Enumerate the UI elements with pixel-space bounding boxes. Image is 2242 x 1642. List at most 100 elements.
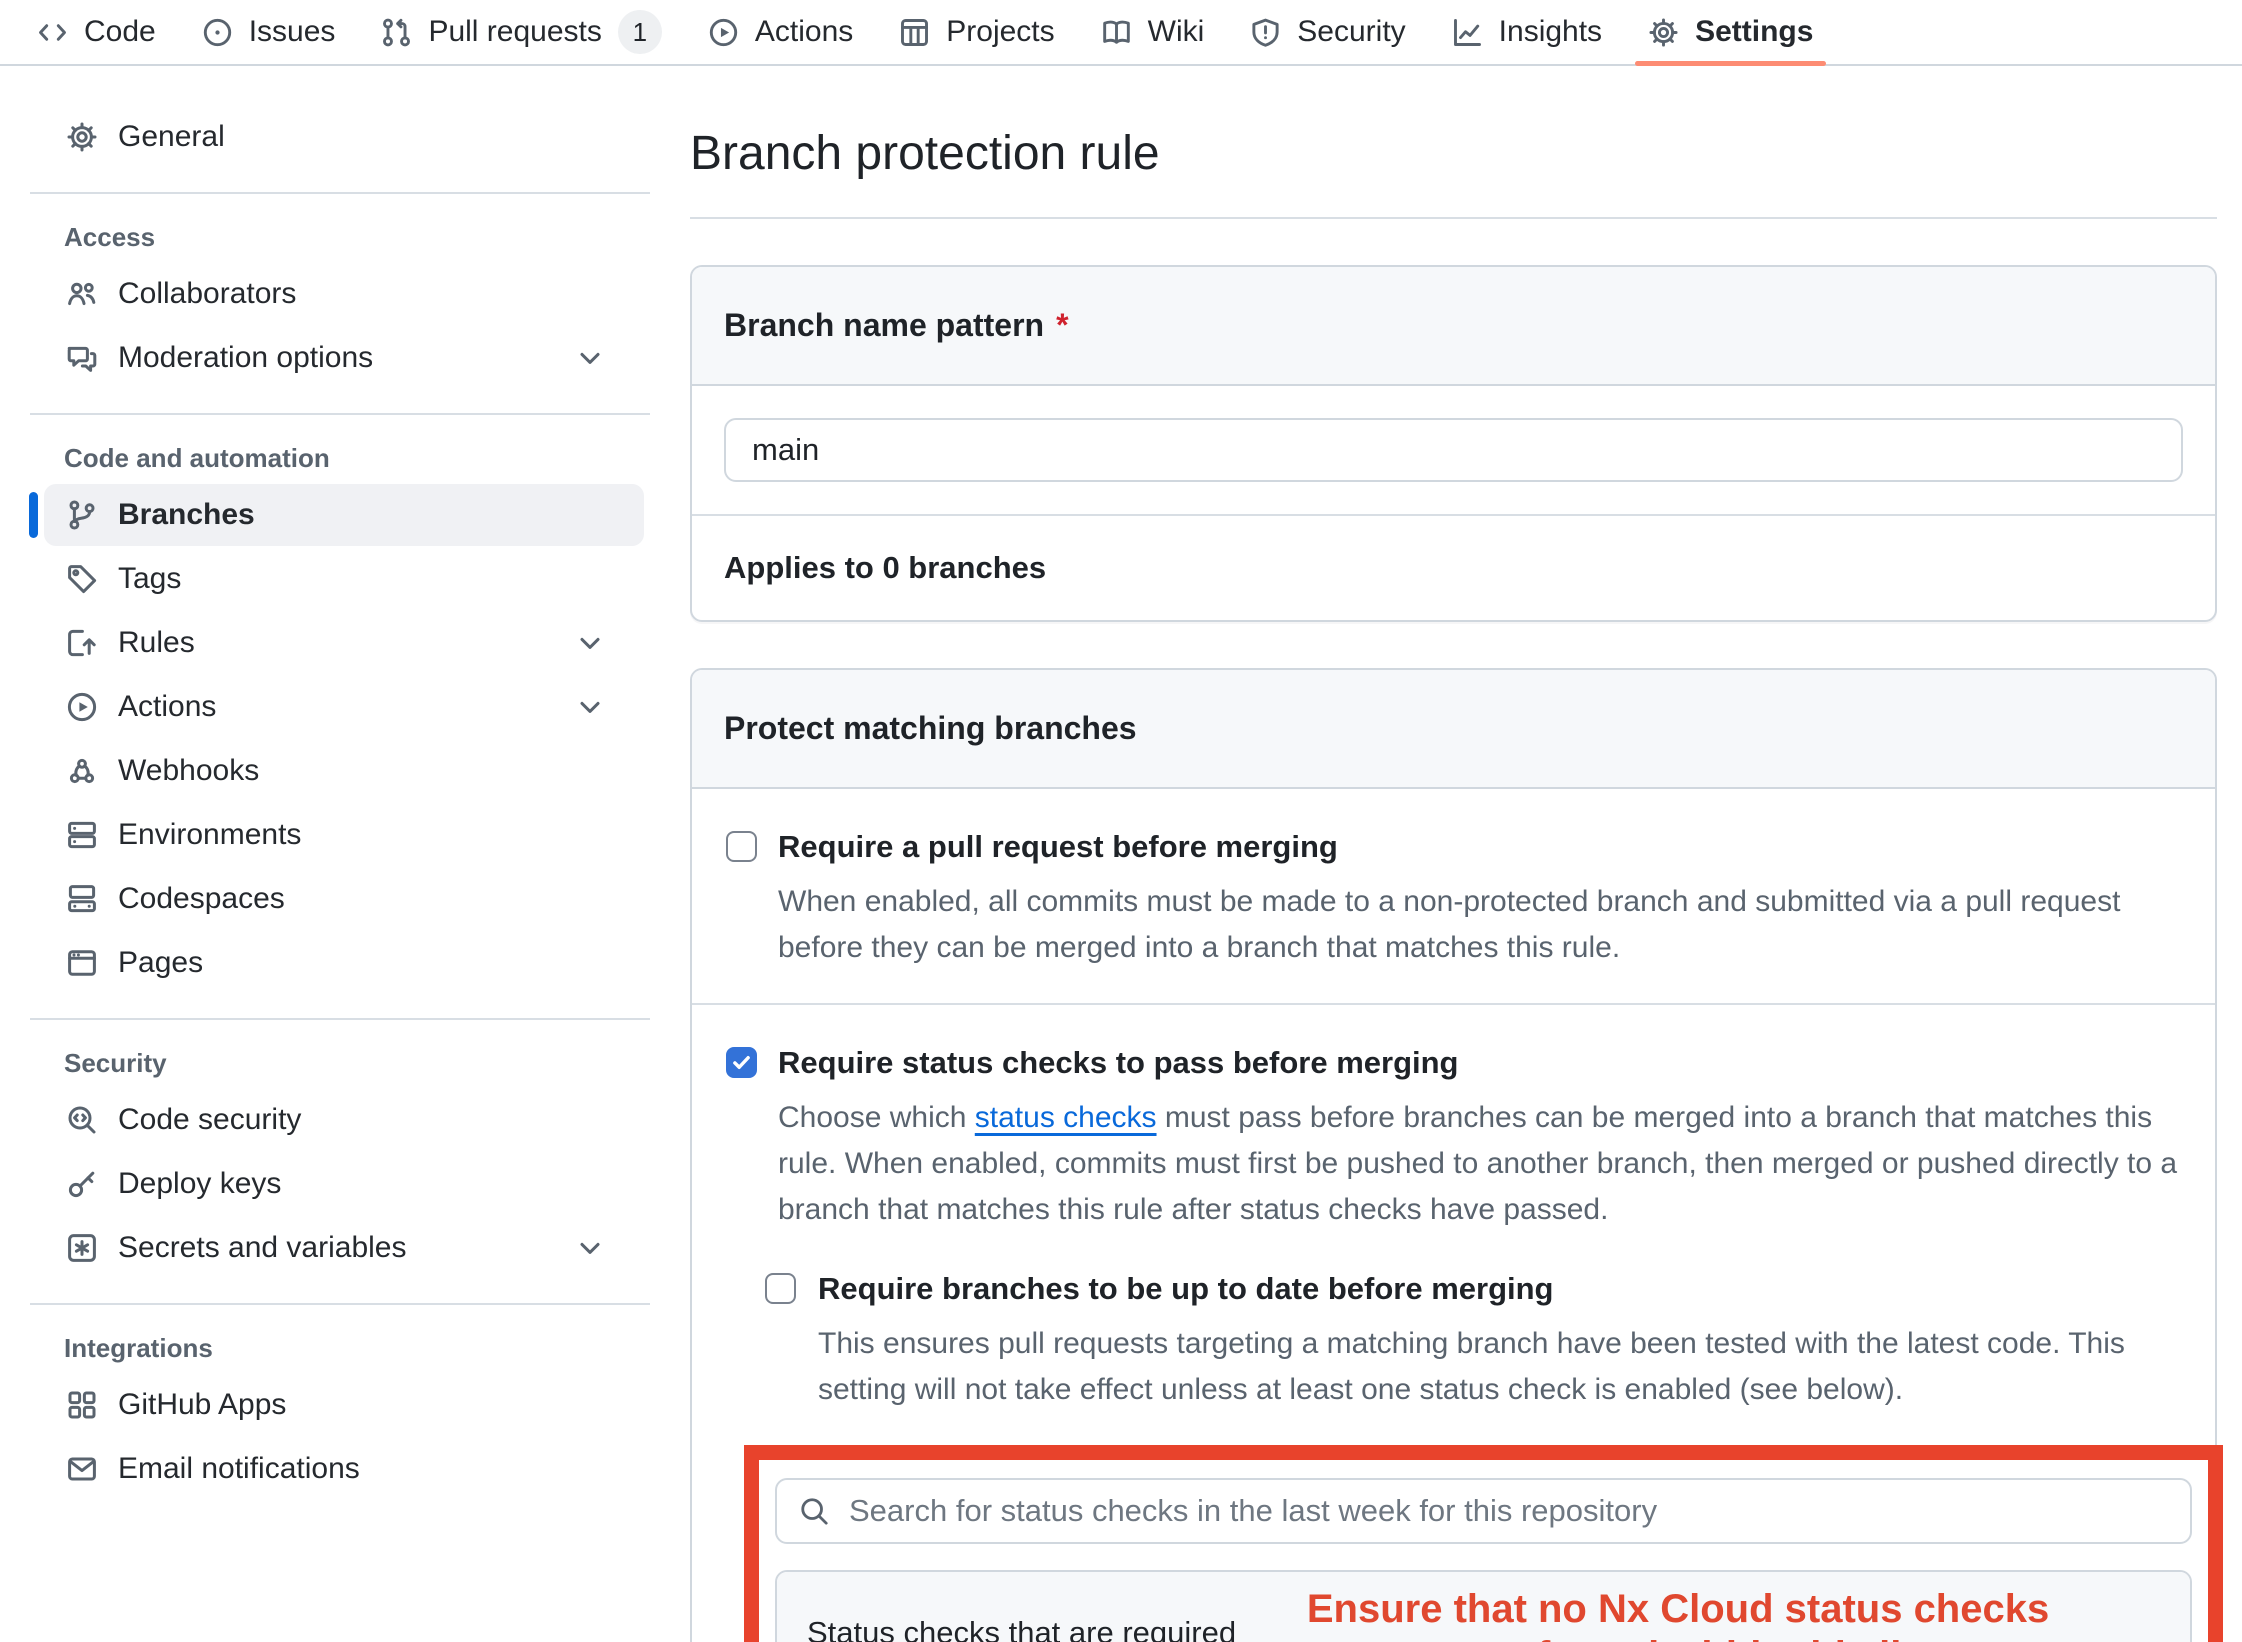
description-text: Choose which: [778, 1101, 975, 1134]
page-title: Branch protection rule: [690, 126, 2217, 181]
branch-protection-content: Branch protection rule Branch name patte…: [690, 66, 2217, 1642]
sidebar-item-label: GitHub Apps: [118, 1388, 286, 1422]
pull-requests-count-badge: 1: [618, 10, 662, 54]
tab-security[interactable]: Security: [1227, 0, 1428, 64]
sidebar-item-tags[interactable]: Tags: [44, 548, 644, 610]
sidebar-section-access: Access: [64, 222, 644, 253]
required-status-checks-list: Status checks that are required Ensure t…: [775, 1570, 2192, 1642]
browser-icon: [66, 947, 98, 979]
apps-grid-icon: [66, 1389, 98, 1421]
protect-matching-branches-card: Protect matching branches Require a pull…: [690, 668, 2217, 1642]
sidebar-item-label: Webhooks: [118, 754, 259, 788]
sidebar-section-code-and-automation: Code and automation: [64, 443, 644, 474]
sidebar-item-general[interactable]: General: [44, 106, 644, 168]
git-pull-request-icon: [381, 17, 412, 48]
shield-icon: [1250, 17, 1281, 48]
sidebar-divider: [30, 413, 650, 415]
rules-icon: [66, 627, 98, 659]
sidebar-section-integrations: Integrations: [64, 1333, 644, 1364]
tab-insights[interactable]: Insights: [1429, 0, 1625, 64]
sidebar-item-label: Moderation options: [118, 341, 373, 375]
require-pull-request-checkbox[interactable]: [726, 831, 757, 862]
tab-label: Projects: [946, 15, 1054, 49]
sidebar-item-email-notifications[interactable]: Email notifications: [44, 1438, 644, 1500]
sidebar-item-secrets-and-variables[interactable]: Secrets and variables: [44, 1217, 644, 1279]
require-status-checks-checkbox[interactable]: [726, 1047, 757, 1078]
git-branch-icon: [66, 499, 98, 531]
pattern-input-section: [692, 386, 2215, 514]
sidebar-item-code-security[interactable]: Code security: [44, 1089, 644, 1151]
tab-label: Security: [1297, 15, 1405, 49]
gear-icon: [1648, 17, 1679, 48]
require-status-checks-option: Require status checks to pass before mer…: [692, 1005, 2215, 1642]
sidebar-item-branches[interactable]: Branches: [44, 484, 644, 546]
branch-name-pattern-input[interactable]: [724, 418, 2183, 482]
sidebar-item-label: Deploy keys: [118, 1167, 281, 1201]
code-scan-icon: [66, 1104, 98, 1136]
title-divider: [690, 217, 2217, 219]
webhook-icon: [66, 755, 98, 787]
sidebar-item-moderation-options[interactable]: Moderation options: [44, 327, 644, 389]
tab-issues[interactable]: Issues: [179, 0, 359, 64]
sidebar-item-pages[interactable]: Pages: [44, 932, 644, 994]
codespaces-icon: [66, 883, 98, 915]
github-repo-settings-page: Code Issues Pull requests 1 Actions Proj…: [0, 0, 2242, 1642]
option-label: Require status checks to pass before mer…: [778, 1043, 2181, 1083]
gear-icon: [66, 121, 98, 153]
tab-label: Pull requests: [428, 15, 601, 49]
sidebar-item-environments[interactable]: Environments: [44, 804, 644, 866]
tab-actions[interactable]: Actions: [685, 0, 876, 64]
option-description: Choose which status checks must pass bef…: [778, 1095, 2181, 1233]
sidebar-item-deploy-keys[interactable]: Deploy keys: [44, 1153, 644, 1215]
tab-label: Actions: [755, 15, 853, 49]
sidebar-item-label: Secrets and variables: [118, 1231, 407, 1265]
sidebar-item-webhooks[interactable]: Webhooks: [44, 740, 644, 802]
sidebar-item-rules[interactable]: Rules: [44, 612, 644, 674]
status-check-search-input[interactable]: [775, 1478, 2192, 1544]
server-icon: [66, 819, 98, 851]
chevron-down-icon: [574, 627, 606, 659]
sidebar-item-collaborators[interactable]: Collaborators: [44, 263, 644, 325]
status-checks-list-header-label: Status checks that are required: [807, 1615, 1236, 1642]
option-label: Require branches to be up to date before…: [818, 1269, 2181, 1309]
sidebar-divider: [30, 1018, 650, 1020]
chevron-down-icon: [574, 342, 606, 374]
sidebar-item-actions[interactable]: Actions: [44, 676, 644, 738]
require-up-to-date-checkbox[interactable]: [765, 1273, 796, 1304]
tab-code[interactable]: Code: [14, 0, 179, 64]
branch-name-pattern-label: Branch name pattern: [724, 307, 1044, 343]
tab-settings[interactable]: Settings: [1625, 0, 1836, 64]
annotation-line-1: Ensure that no Nx Cloud status checks: [1236, 1586, 2120, 1633]
repo-nav: Code Issues Pull requests 1 Actions Proj…: [0, 0, 2242, 66]
status-checks-link[interactable]: status checks: [975, 1101, 1157, 1134]
sidebar-section-security: Security: [64, 1048, 644, 1079]
sidebar-item-label: Actions: [118, 690, 216, 724]
tab-label: Wiki: [1148, 15, 1205, 49]
sidebar-item-label: Pages: [118, 946, 203, 980]
sidebar-divider: [30, 192, 650, 194]
chevron-down-icon: [574, 1232, 606, 1264]
annotation-line-2: are enforced within this list: [1236, 1633, 2120, 1642]
sidebar-item-label: Code security: [118, 1103, 301, 1137]
tab-label: Issues: [249, 15, 336, 49]
required-asterisk: *: [1056, 307, 1068, 343]
annotation-highlight-box: Status checks that are required Ensure t…: [744, 1445, 2223, 1642]
branch-name-pattern-card: Branch name pattern * Applies to 0 branch…: [690, 265, 2217, 622]
sidebar-item-github-apps[interactable]: GitHub Apps: [44, 1374, 644, 1436]
sidebar-divider: [30, 1303, 650, 1305]
graph-icon: [1452, 17, 1483, 48]
tab-wiki[interactable]: Wiki: [1078, 0, 1228, 64]
applies-to-branches-text: Applies to 0 branches: [692, 514, 2215, 620]
tab-pull-requests[interactable]: Pull requests 1: [358, 0, 684, 64]
tab-label: Insights: [1499, 15, 1602, 49]
settings-sidebar: General Access Collaborators Moderation …: [0, 66, 662, 1502]
sidebar-item-label: Tags: [118, 562, 181, 596]
tab-projects[interactable]: Projects: [876, 0, 1077, 64]
active-tab-indicator: [1635, 61, 1826, 66]
sidebar-item-label: Email notifications: [118, 1452, 360, 1486]
project-table-icon: [899, 17, 930, 48]
sidebar-item-label: Branches: [118, 498, 255, 532]
book-icon: [1101, 17, 1132, 48]
sidebar-item-codespaces[interactable]: Codespaces: [44, 868, 644, 930]
sidebar-item-label: Collaborators: [118, 277, 296, 311]
